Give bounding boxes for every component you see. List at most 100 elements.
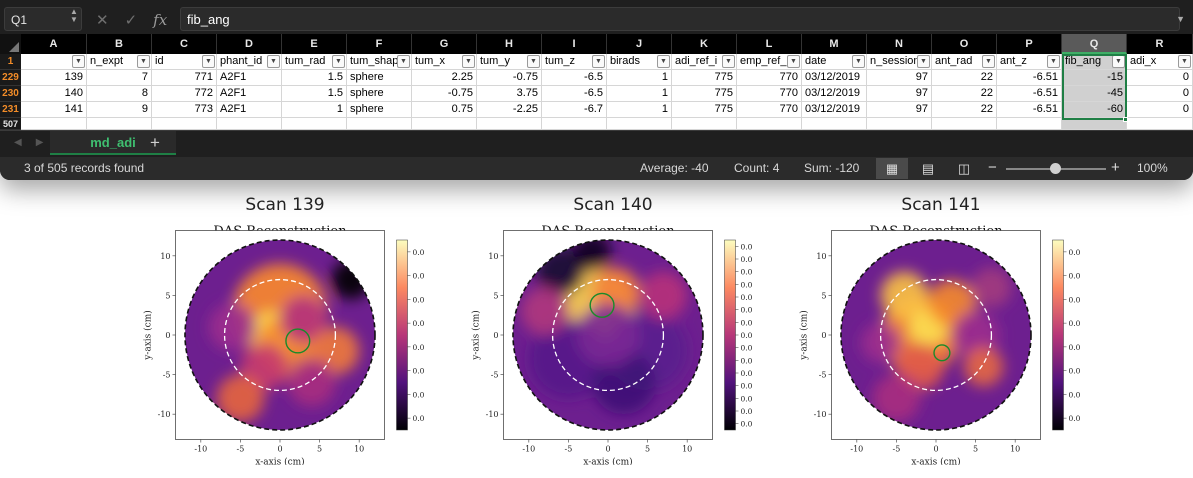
cell-c[interactable]: 773 [152, 102, 217, 118]
cell-n[interactable]: 97 [867, 70, 932, 86]
filter-dropdown-icon[interactable]: ▼ [852, 55, 865, 68]
cell-a[interactable]: 140 [21, 86, 87, 102]
cell-l[interactable]: 770 [737, 102, 802, 118]
filter-dropdown-icon[interactable]: ▼ [982, 55, 995, 68]
cell-empty[interactable] [1127, 118, 1193, 130]
column-letter-c[interactable]: C [152, 34, 217, 54]
column-header-n[interactable]: n_session ▼ [867, 54, 932, 70]
cell-r[interactable]: 0 [1127, 86, 1193, 102]
column-letter-p[interactable]: P [997, 34, 1062, 54]
cell-empty[interactable] [607, 118, 672, 130]
filter-dropdown-icon[interactable]: ▼ [397, 55, 410, 68]
column-header-c[interactable]: id ▼ [152, 54, 217, 70]
page-layout-view-icon[interactable]: ▤ [912, 158, 944, 179]
cell-c[interactable]: 771 [152, 70, 217, 86]
cell-k[interactable]: 775 [672, 102, 737, 118]
cell-m[interactable]: 03/12/2019 [802, 86, 867, 102]
filter-dropdown-icon[interactable]: ▼ [137, 55, 150, 68]
filter-dropdown-icon[interactable]: ▼ [202, 55, 215, 68]
cell-h[interactable]: 3.75 [477, 86, 542, 102]
cell-o[interactable]: 22 [932, 86, 997, 102]
row-number[interactable]: 231 [0, 102, 21, 118]
column-header-h[interactable]: tum_y ▼ [477, 54, 542, 70]
column-letter-e[interactable]: E [282, 34, 347, 54]
filter-dropdown-icon[interactable]: ▼ [1047, 55, 1060, 68]
cell-q[interactable]: -15 [1062, 70, 1127, 86]
cell-empty[interactable] [347, 118, 412, 130]
cell-p[interactable]: -6.51 [997, 102, 1062, 118]
filter-dropdown-icon[interactable]: ▼ [332, 55, 345, 68]
column-header-b[interactable]: n_expt ▼ [87, 54, 152, 70]
cell-k[interactable]: 775 [672, 86, 737, 102]
cell-b[interactable]: 9 [87, 102, 152, 118]
cell-l[interactable]: 770 [737, 70, 802, 86]
formula-expand-icon[interactable]: ▼ [1176, 14, 1185, 24]
cell-empty[interactable] [217, 118, 282, 130]
column-letter-r[interactable]: R [1127, 34, 1193, 54]
cell-empty[interactable] [87, 118, 152, 130]
cell-r[interactable]: 0 [1127, 102, 1193, 118]
column-letter-d[interactable]: D [217, 34, 282, 54]
column-header-m[interactable]: date ▼ [802, 54, 867, 70]
cell-f[interactable]: sphere [347, 102, 412, 118]
column-letter-g[interactable]: G [412, 34, 477, 54]
filter-dropdown-icon[interactable]: ▼ [527, 55, 540, 68]
column-header-f[interactable]: tum_shap ▼ [347, 54, 412, 70]
cell-i[interactable]: -6.7 [542, 102, 607, 118]
cell-empty[interactable] [802, 118, 867, 130]
normal-view-icon[interactable]: ▦ [876, 158, 908, 179]
column-header-r[interactable]: adi_x ▼ [1127, 54, 1193, 70]
cell-q[interactable]: -45 [1062, 86, 1127, 102]
column-header-k[interactable]: adi_ref_i ▼ [672, 54, 737, 70]
cell-e[interactable]: 1.5 [282, 86, 347, 102]
cell-n[interactable]: 97 [867, 102, 932, 118]
column-header-a[interactable]: ▼ [21, 54, 87, 70]
add-sheet-button[interactable]: + [150, 133, 160, 153]
cell-n[interactable]: 97 [867, 86, 932, 102]
column-header-o[interactable]: ant_rad ▼ [932, 54, 997, 70]
column-letter-b[interactable]: B [87, 34, 152, 54]
cell-empty[interactable] [152, 118, 217, 130]
page-break-view-icon[interactable]: ◫ [948, 158, 980, 179]
cell-empty[interactable] [672, 118, 737, 130]
cell-m[interactable]: 03/12/2019 [802, 70, 867, 86]
cell-g[interactable]: 0.75 [412, 102, 477, 118]
column-letter-k[interactable]: K [672, 34, 737, 54]
cell-p[interactable]: -6.51 [997, 70, 1062, 86]
filter-dropdown-icon[interactable]: ▼ [722, 55, 735, 68]
cell-empty[interactable] [477, 118, 542, 130]
cell-h[interactable]: -0.75 [477, 70, 542, 86]
cell-j[interactable]: 1 [607, 102, 672, 118]
cell-g[interactable]: -0.75 [412, 86, 477, 102]
zoom-slider-thumb[interactable] [1050, 163, 1061, 174]
column-header-p[interactable]: ant_z ▼ [997, 54, 1062, 70]
cell-d[interactable]: A2F1 [217, 70, 282, 86]
row-number[interactable]: 1 [0, 54, 21, 70]
filter-dropdown-icon[interactable]: ▼ [787, 55, 800, 68]
column-letter-n[interactable]: N [867, 34, 932, 54]
cell-empty[interactable] [282, 118, 347, 130]
cell-b[interactable]: 7 [87, 70, 152, 86]
cell-empty[interactable] [542, 118, 607, 130]
column-letter-a[interactable]: A [21, 34, 87, 54]
cell-a[interactable]: 139 [21, 70, 87, 86]
cell-g[interactable]: 2.25 [412, 70, 477, 86]
cell-i[interactable]: -6.5 [542, 86, 607, 102]
cell-r[interactable]: 0 [1127, 70, 1193, 86]
cell-o[interactable]: 22 [932, 102, 997, 118]
filter-dropdown-icon[interactable]: ▼ [72, 55, 85, 68]
row-number[interactable]: 229 [0, 70, 21, 86]
selection-fill-handle[interactable] [1123, 117, 1128, 122]
column-letter-i[interactable]: I [542, 34, 607, 54]
cell-empty[interactable] [21, 118, 87, 130]
filter-dropdown-icon[interactable]: ▼ [1178, 55, 1191, 68]
cell-e[interactable]: 1 [282, 102, 347, 118]
column-header-g[interactable]: tum_x ▼ [412, 54, 477, 70]
cell-l[interactable]: 770 [737, 86, 802, 102]
cell-o[interactable]: 22 [932, 70, 997, 86]
cell-a[interactable]: 141 [21, 102, 87, 118]
cell-d[interactable]: A2F1 [217, 86, 282, 102]
filter-dropdown-icon[interactable]: ▼ [267, 55, 280, 68]
cell-empty[interactable] [737, 118, 802, 130]
zoom-in-button[interactable]: + [1111, 159, 1120, 176]
